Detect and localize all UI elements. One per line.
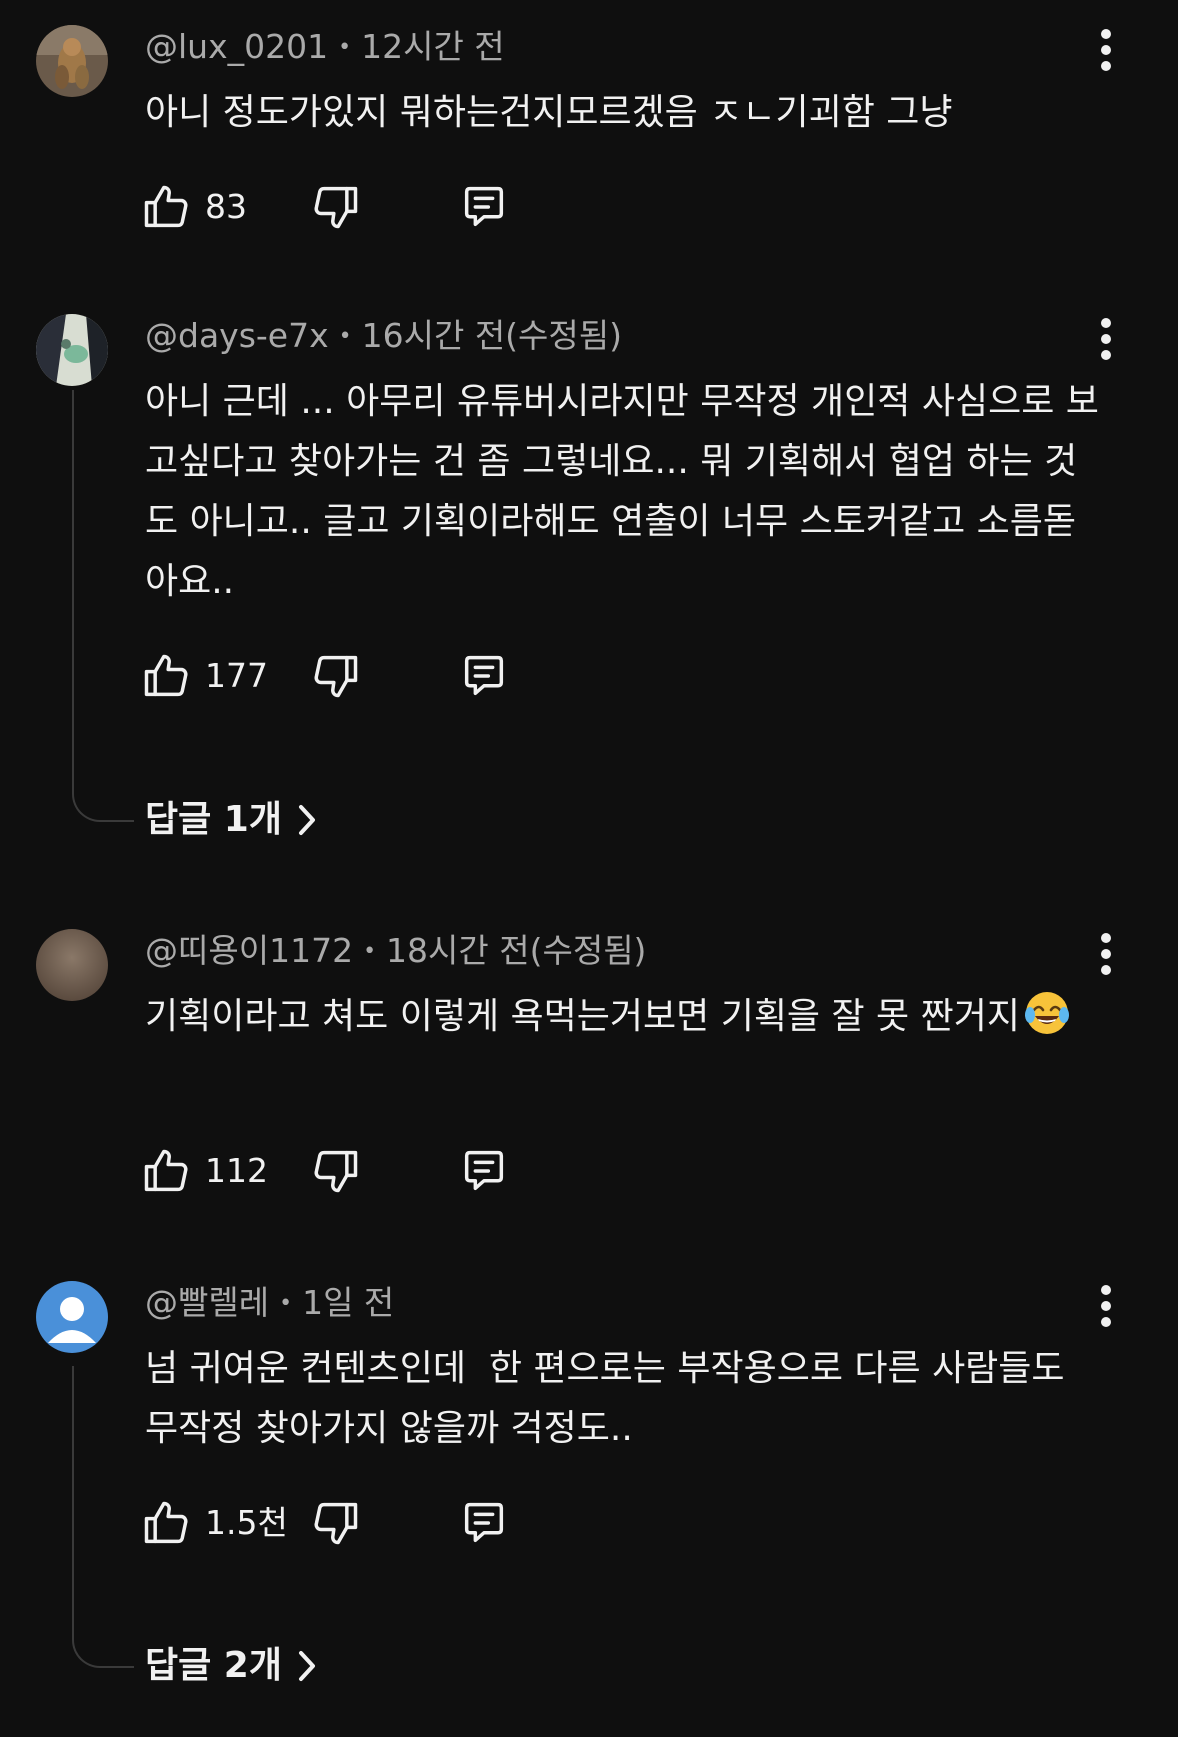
more-options-icon[interactable] xyxy=(1090,314,1122,370)
comment-text: 넘 귀여운 컨텐츠인데 한 편으로는 부작용으로 다른 사람들도 무작정 찾아가… xyxy=(145,1348,1077,1449)
dislike-icon xyxy=(314,1150,358,1193)
replies-count-label: 답글 2개 xyxy=(145,1645,282,1686)
comment-time: 18시간 전(수정됨) xyxy=(386,931,647,970)
like-icon xyxy=(144,1149,188,1192)
separator-dot: • xyxy=(338,324,352,349)
comment-text: 아니 정도가있지 뭐하는건지모르겠음 ㅈㄴ기괴함 그냥 xyxy=(145,92,953,133)
comment-author[interactable]: @띠용이1172 xyxy=(145,931,353,970)
comment-actions: 177 xyxy=(140,646,540,706)
dislike-button[interactable] xyxy=(310,1141,362,1201)
comment-meta: @days-e7x • 16시간 전(수정됨) xyxy=(145,316,622,357)
separator-dot: • xyxy=(279,1291,293,1316)
chevron-right-icon xyxy=(298,1651,315,1681)
reply-icon xyxy=(464,1502,504,1543)
replies-count-label: 답글 1개 xyxy=(145,799,282,840)
comment-author[interactable]: @빨렐레 xyxy=(145,1283,269,1322)
thread-line xyxy=(72,390,134,822)
reply-icon xyxy=(464,186,504,227)
thread-line xyxy=(72,1366,134,1668)
like-button[interactable] xyxy=(140,177,192,237)
separator-dot: • xyxy=(363,939,377,964)
avatar[interactable] xyxy=(36,25,108,97)
like-icon xyxy=(144,185,188,228)
comment-author[interactable]: @days-e7x xyxy=(145,316,329,355)
view-replies-button[interactable]: 답글 1개 xyxy=(145,790,318,850)
like-count: 1.5천 xyxy=(205,1503,288,1542)
like-icon xyxy=(144,654,188,697)
dislike-icon xyxy=(314,655,358,698)
comment-actions: 83 xyxy=(140,177,540,237)
comment-meta: @빨렐레 • 1일 전 xyxy=(145,1283,394,1324)
avatar[interactable] xyxy=(36,314,108,386)
comment-text: 아니 근데 ... 아무리 유튜버시라지만 무작정 개인적 사심으로 보고싶다고… xyxy=(145,381,1099,602)
reply-button[interactable] xyxy=(458,177,510,237)
dislike-icon xyxy=(314,186,358,229)
reply-icon xyxy=(464,655,504,696)
like-count: 83 xyxy=(205,187,247,226)
like-count: 112 xyxy=(205,1151,268,1190)
comment-time: 1일 전 xyxy=(302,1283,395,1322)
reply-button[interactable] xyxy=(458,1141,510,1201)
chevron-right-icon xyxy=(298,805,315,835)
dislike-icon xyxy=(314,1502,358,1545)
more-options-icon[interactable] xyxy=(1090,929,1122,985)
reply-icon xyxy=(464,1150,504,1191)
comment-text-content: 기획이라고 쳐도 이렇게 욕먹는거보면 기획을 잘 못 짠거지 xyxy=(145,996,1020,1037)
comment-actions: 1.5천 xyxy=(140,1493,540,1553)
avatar[interactable] xyxy=(36,929,108,1001)
like-count: 177 xyxy=(205,656,268,695)
comment-meta: @띠용이1172 • 18시간 전(수정됨) xyxy=(145,931,646,972)
dislike-button[interactable] xyxy=(310,1493,362,1553)
view-replies-button[interactable]: 답글 2개 xyxy=(145,1636,318,1696)
more-options-icon[interactable] xyxy=(1090,25,1122,81)
comment-meta: @lux_0201 • 12시간 전 xyxy=(145,27,505,68)
like-button[interactable] xyxy=(140,646,192,706)
like-icon xyxy=(144,1501,188,1544)
dislike-button[interactable] xyxy=(310,646,362,706)
dislike-button[interactable] xyxy=(310,177,362,237)
comment-author[interactable]: @lux_0201 xyxy=(145,27,328,66)
like-button[interactable] xyxy=(140,1141,192,1201)
separator-dot: • xyxy=(338,35,352,60)
avatar[interactable] xyxy=(36,1281,108,1353)
comment-text: 기획이라고 쳐도 이렇게 욕먹는거보면 기획을 잘 못 짠거지 xyxy=(145,987,1105,1047)
comment-time: 16시간 전(수정됨) xyxy=(361,316,623,355)
face-with-tears-of-joy-icon xyxy=(1024,992,1069,1034)
comment-actions: 112 xyxy=(140,1141,540,1201)
like-button[interactable] xyxy=(140,1493,192,1553)
reply-button[interactable] xyxy=(458,1493,510,1553)
more-options-icon[interactable] xyxy=(1090,1281,1122,1337)
reply-button[interactable] xyxy=(458,646,510,706)
comment-time: 12시간 전 xyxy=(361,27,505,66)
